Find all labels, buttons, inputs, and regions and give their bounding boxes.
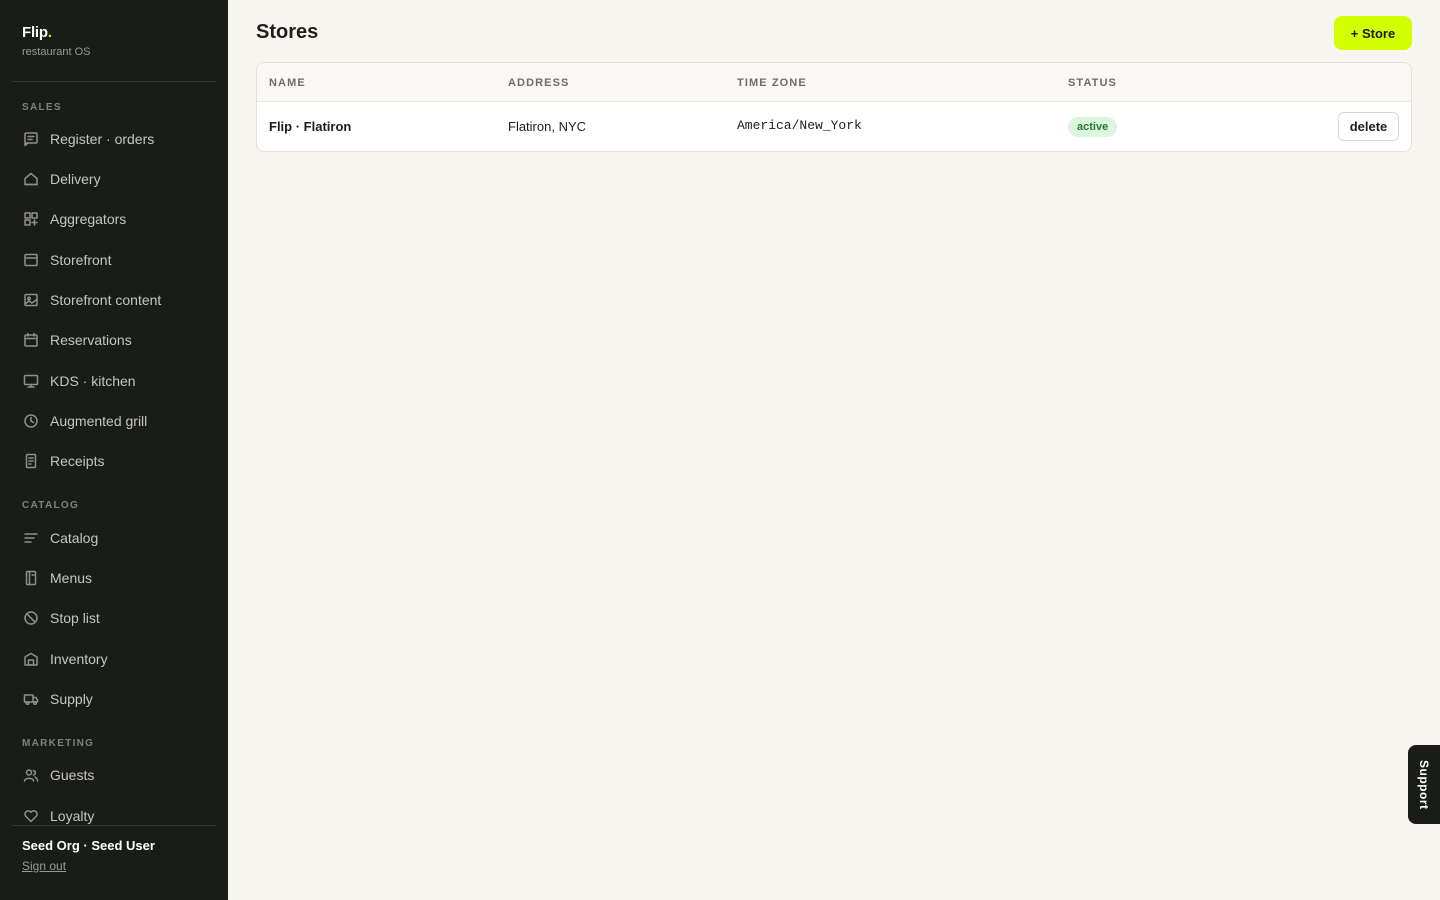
section-title-catalog: CATALOG [22,500,80,511]
column-header-name: NAME [269,77,306,89]
store-timezone: America/New_York [737,118,862,133]
sidebar-item-label: Augmented grill [50,413,148,429]
sidebar-item-stop-list[interactable]: Stop list [12,601,216,635]
status-badge: active [1068,117,1118,137]
home-icon [22,171,39,188]
store-name: Flip · Flatiron [269,119,352,134]
sidebar-item-label: Stop list [50,610,100,626]
sidebar-item-delivery[interactable]: Delivery [12,162,216,196]
brand[interactable]: Flip. restaurant OS [22,24,90,58]
sidebar: Flip. restaurant OS SALES Register · ord… [0,0,228,900]
section-title-marketing: MARKETING [22,738,95,749]
brand-logo: Flip. [22,24,90,41]
sidebar-item-storefront[interactable]: Storefront [12,243,216,277]
sidebar-item-label: Menus [50,570,93,586]
brand-name: Flip [22,24,48,41]
clock-icon [22,413,39,430]
sidebar-item-label: Supply [50,691,93,707]
sidebar-item-label: Guests [50,767,95,783]
stores-table: NAME ADDRESS TIME ZONE STATUS Flip · Fla… [256,62,1412,152]
sidebar-item-reservations[interactable]: Reservations [12,323,216,357]
sidebar-item-augmented-grill[interactable]: Augmented grill [12,404,216,438]
sidebar-item-label: Catalog [50,530,99,546]
user-block: Seed Org · Seed User Sign out [22,838,155,875]
sidebar-item-label: Reservations [50,332,132,348]
sidebar-item-label: Register · orders [50,131,155,147]
column-header-time-zone: TIME ZONE [737,77,807,89]
monitor-icon [22,373,39,390]
support-tab[interactable]: Support [1408,745,1440,824]
sidebar-item-supply[interactable]: Supply [12,682,216,716]
brand-subtitle: restaurant OS [22,46,91,58]
sidebar-item-aggregators[interactable]: Aggregators [12,202,216,236]
image-icon [22,292,39,309]
list-icon [22,530,39,547]
delete-store-button[interactable]: delete [1338,112,1399,141]
sidebar-item-guests[interactable]: Guests [12,758,216,792]
table-row[interactable]: Flip · Flatiron Flatiron, NYC America/Ne… [257,102,1411,151]
sidebar-item-menus[interactable]: Menus [12,561,216,595]
sidebar-item-receipts[interactable]: Receipts [12,444,216,478]
users-icon [22,767,39,784]
sidebar-item-loyalty[interactable]: Loyalty [12,799,216,824]
page-title: Stores [256,21,319,43]
ban-icon [22,610,39,627]
sidebar-nav: SALES Register · orders Delivery Aggrega… [0,82,228,824]
sidebar-item-inventory[interactable]: Inventory [12,642,216,676]
menu-book-icon [22,570,39,587]
heart-icon [22,808,39,825]
user-name: Seed Org · Seed User [22,838,155,853]
window-icon [22,252,39,269]
sidebar-item-label: KDS · kitchen [50,373,136,389]
truck-icon [22,691,39,708]
sidebar-item-label: Storefront [50,252,112,268]
table-header: NAME ADDRESS TIME ZONE STATUS [257,63,1411,102]
sidebar-divider [12,825,216,826]
sidebar-item-label: Receipts [50,453,105,469]
sidebar-item-label: Delivery [50,171,101,187]
column-header-address: ADDRESS [508,77,570,89]
warehouse-icon [22,651,39,668]
calendar-icon [22,332,39,349]
section-title-sales: SALES [22,102,62,113]
grid-plus-icon [22,211,39,228]
sidebar-item-kds-kitchen[interactable]: KDS · kitchen [12,364,216,398]
sidebar-item-storefront-content[interactable]: Storefront content [12,283,216,317]
sidebar-item-catalog[interactable]: Catalog [12,521,216,555]
support-label: Support [1417,759,1431,810]
sidebar-item-label: Loyalty [50,808,95,824]
document-icon [22,453,39,470]
sidebar-item-register-orders[interactable]: Register · orders [12,122,216,156]
receipt-chat-icon [22,131,39,148]
add-store-button[interactable]: + Store [1334,16,1412,50]
brand-dot: . [47,24,52,41]
sidebar-item-label: Storefront content [50,292,162,308]
column-header-status: STATUS [1068,77,1117,89]
sign-out-link[interactable]: Sign out [22,859,66,873]
sidebar-item-label: Aggregators [50,211,127,227]
sidebar-item-label: Inventory [50,651,108,667]
store-address: Flatiron, NYC [508,119,587,134]
